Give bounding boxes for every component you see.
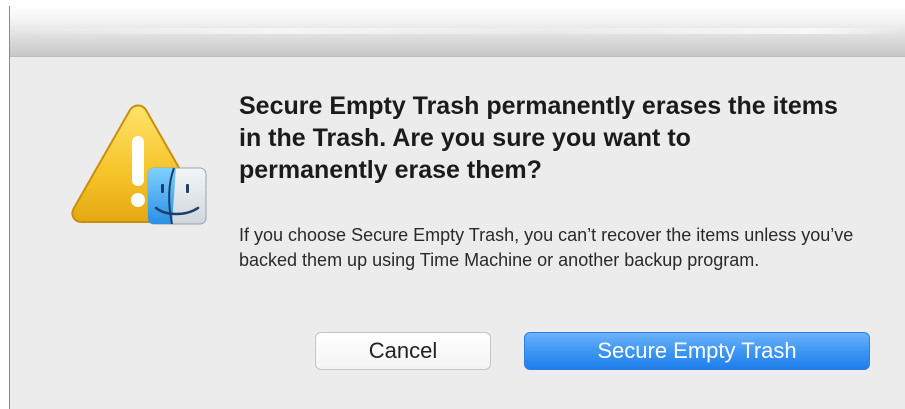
screen: Secure Empty Trash permanently erases th… xyxy=(0,0,905,409)
cancel-button[interactable]: Cancel xyxy=(315,332,491,370)
dialog-informative-text: If you choose Secure Empty Trash, you ca… xyxy=(239,225,854,270)
secure-empty-trash-button[interactable]: Secure Empty Trash xyxy=(524,332,870,370)
dialog-headline: Secure Empty Trash permanently erases th… xyxy=(239,92,838,184)
warning-icon xyxy=(71,104,207,225)
finder-icon xyxy=(147,167,207,225)
secure-empty-trash-dialog: Secure Empty Trash permanently erases th… xyxy=(9,6,905,409)
dialog-titlebar xyxy=(10,6,905,57)
